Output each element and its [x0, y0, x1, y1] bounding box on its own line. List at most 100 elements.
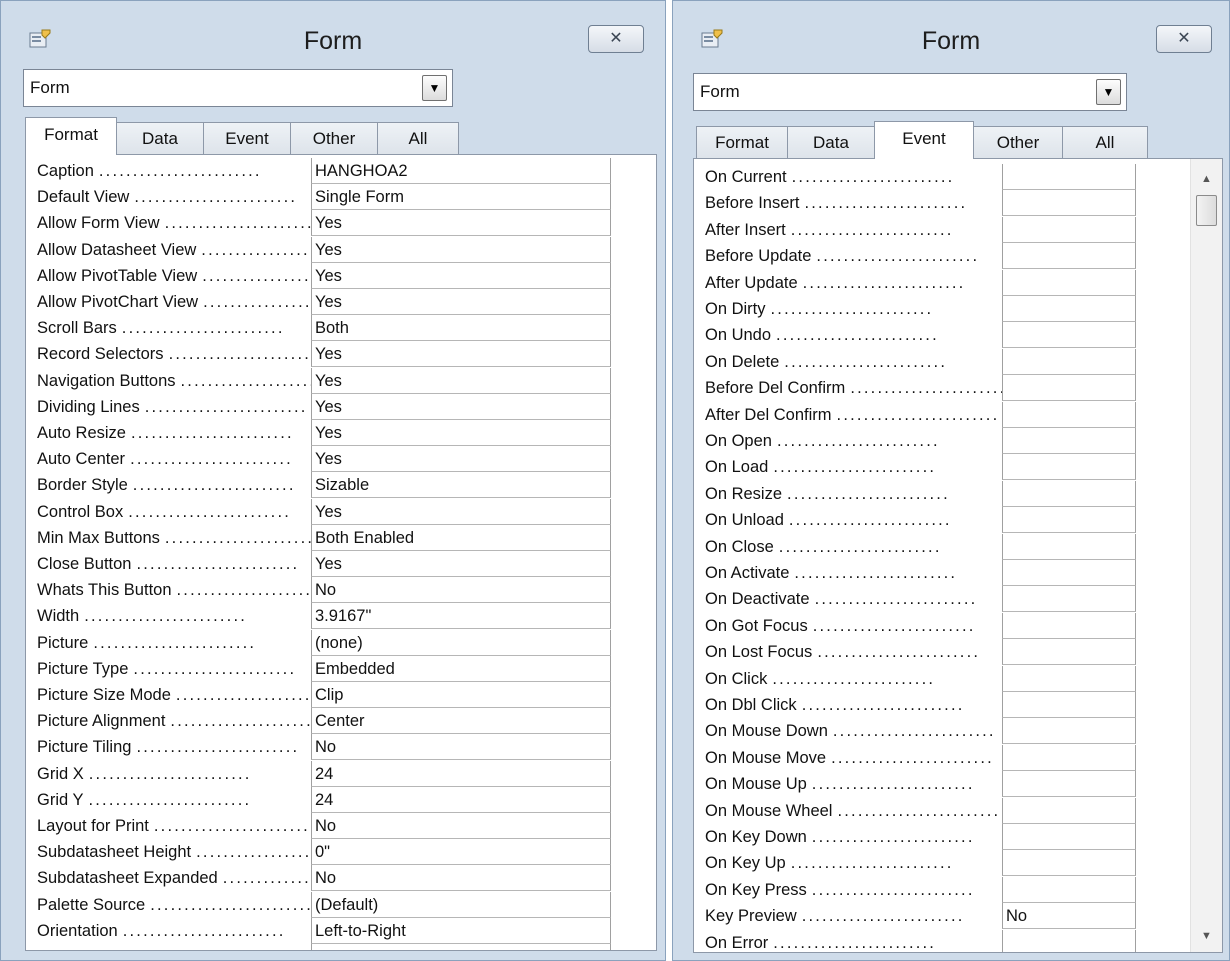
property-row-after-insert[interactable]: After Insert........................ — [694, 216, 1136, 243]
property-row-picture[interactable]: Picture........................ (none) — [26, 629, 611, 656]
property-value[interactable]: Yes — [311, 393, 611, 420]
property-value[interactable]: Yes — [311, 498, 611, 525]
property-row-on-undo[interactable]: On Undo........................ — [694, 322, 1136, 349]
property-value[interactable] — [1002, 586, 1136, 613]
property-row-dividing-lines[interactable]: Dividing Lines........................ Ye… — [26, 393, 611, 420]
property-row-whats-this-button[interactable]: Whats This Button.......................… — [26, 577, 611, 604]
property-value[interactable] — [1002, 639, 1136, 666]
title-bar[interactable]: Form ✕ — [1, 1, 665, 69]
property-value[interactable]: Left-to-Right — [311, 917, 611, 944]
scroll-up-icon[interactable]: ▲ — [1191, 169, 1222, 189]
property-row-on-click[interactable]: On Click........................ — [694, 665, 1136, 692]
tab-other[interactable]: Other — [973, 126, 1063, 159]
property-row-key-preview[interactable]: Key Preview........................ No — [694, 903, 1136, 930]
property-row-allow-pivotchart-view[interactable]: Allow PivotChart View...................… — [26, 289, 611, 315]
property-row-after-del-confirm[interactable]: After Del Confirm.......................… — [694, 401, 1136, 428]
property-row-on-got-focus[interactable]: On Got Focus........................ — [694, 612, 1136, 639]
property-value[interactable]: Sizable — [311, 472, 611, 499]
property-value[interactable] — [1002, 797, 1136, 824]
property-value[interactable]: HANGHOA2 — [311, 158, 611, 184]
property-row-border-style[interactable]: Border Style........................ Siza… — [26, 472, 611, 499]
property-value[interactable]: Yes — [311, 210, 611, 237]
property-row-auto-center[interactable]: Auto Center........................ Yes — [26, 446, 611, 473]
property-row-before-update[interactable]: Before Update........................ — [694, 243, 1136, 270]
property-row-on-unload[interactable]: On Unload........................ — [694, 507, 1136, 534]
property-row-scroll-bars[interactable]: Scroll Bars........................ Both — [26, 315, 611, 342]
tab-other[interactable]: Other — [290, 122, 378, 155]
property-row-on-current[interactable]: On Current........................ — [694, 164, 1136, 190]
property-value[interactable] — [1002, 876, 1136, 903]
property-value[interactable]: Embedded — [311, 655, 611, 682]
property-row-navigation-buttons[interactable]: Navigation Buttons......................… — [26, 367, 611, 394]
property-row-control-box[interactable]: Control Box........................ Yes — [26, 498, 611, 525]
property-value[interactable] — [1002, 164, 1136, 190]
scroll-thumb[interactable] — [1196, 195, 1217, 226]
property-row-on-mouse-wheel[interactable]: On Mouse Wheel........................ — [694, 797, 1136, 824]
property-value[interactable]: Center — [311, 708, 611, 735]
property-value[interactable] — [1002, 612, 1136, 639]
property-row-picture-alignment[interactable]: Picture Alignment.......................… — [26, 708, 611, 735]
tab-data[interactable]: Data — [116, 122, 204, 155]
property-value[interactable]: Yes — [311, 944, 611, 950]
property-value[interactable] — [1002, 507, 1136, 534]
property-row-on-load[interactable]: On Load........................ — [694, 454, 1136, 481]
property-row-allow-form-view[interactable]: Allow Form View........................Y… — [26, 210, 611, 237]
property-row-allow-pivottable-view[interactable]: Allow PivotTable View...................… — [26, 262, 611, 289]
property-row-after-update[interactable]: After Update........................ — [694, 269, 1136, 296]
property-row-record-selectors[interactable]: Record Selectors........................… — [26, 341, 611, 368]
property-row-layout-for-print[interactable]: Layout for Print........................… — [26, 813, 611, 839]
property-value[interactable] — [1002, 375, 1136, 402]
property-value[interactable] — [1002, 348, 1136, 375]
property-value[interactable]: Clip — [311, 682, 611, 708]
property-value[interactable] — [1002, 216, 1136, 243]
property-row-on-mouse-down[interactable]: On Mouse Down........................ — [694, 718, 1136, 745]
property-value[interactable] — [1002, 428, 1136, 454]
property-row-subdatasheet-expanded[interactable]: Subdatasheet Expanded...................… — [26, 865, 611, 892]
property-value[interactable] — [1002, 296, 1136, 322]
property-row-before-insert[interactable]: Before Insert........................ — [694, 190, 1136, 217]
property-row-on-close[interactable]: On Close........................ — [694, 533, 1136, 560]
property-row-on-dirty[interactable]: On Dirty........................ — [694, 296, 1136, 322]
tab-event[interactable]: Event — [874, 121, 974, 159]
property-row-subdatasheet-height[interactable]: Subdatasheet Height.....................… — [26, 839, 611, 866]
property-value[interactable] — [1002, 454, 1136, 481]
vertical-scrollbar[interactable]: ▲ ▼ — [1190, 159, 1222, 952]
property-value[interactable]: 3.9167" — [311, 603, 611, 630]
object-selector[interactable]: Form ▼ — [23, 69, 453, 107]
property-value[interactable] — [1002, 718, 1136, 745]
property-value[interactable] — [1002, 929, 1136, 952]
tab-format[interactable]: Format — [25, 117, 117, 155]
property-row-picture-type[interactable]: Picture Type........................ Embe… — [26, 655, 611, 682]
property-value[interactable]: No — [1002, 903, 1136, 930]
property-row-on-lost-focus[interactable]: On Lost Focus........................ — [694, 639, 1136, 666]
property-value[interactable]: Both Enabled — [311, 524, 611, 551]
property-value[interactable] — [1002, 190, 1136, 217]
property-value[interactable]: Yes — [311, 446, 611, 473]
property-value[interactable] — [1002, 401, 1136, 428]
property-value[interactable]: No — [311, 577, 611, 604]
property-value[interactable] — [1002, 692, 1136, 718]
property-row-on-error[interactable]: On Error........................ — [694, 929, 1136, 952]
object-selector[interactable]: Form ▼ — [693, 73, 1127, 111]
property-value[interactable]: Yes — [311, 367, 611, 394]
property-row-on-activate[interactable]: On Activate........................ — [694, 560, 1136, 586]
property-value[interactable]: Yes — [311, 262, 611, 289]
property-value[interactable]: No — [311, 813, 611, 839]
property-row-close-button[interactable]: Close Button........................ Yes — [26, 551, 611, 577]
property-value[interactable] — [1002, 665, 1136, 692]
close-button[interactable]: ✕ — [1156, 25, 1212, 53]
tab-data[interactable]: Data — [787, 126, 875, 159]
close-button[interactable]: ✕ — [588, 25, 644, 53]
property-row-palette-source[interactable]: Palette Source........................ (D… — [26, 891, 611, 918]
property-row-on-key-up[interactable]: On Key Up........................ — [694, 850, 1136, 877]
chevron-down-icon[interactable]: ▼ — [1096, 79, 1121, 105]
property-value[interactable]: 24 — [311, 760, 611, 787]
property-value[interactable] — [1002, 560, 1136, 586]
property-row-grid-x[interactable]: Grid X........................ 24 — [26, 760, 611, 787]
property-value[interactable]: Yes — [311, 551, 611, 577]
property-value[interactable]: Both — [311, 315, 611, 342]
property-row-on-key-press[interactable]: On Key Press........................ — [694, 876, 1136, 903]
property-row-allow-datasheet-view[interactable]: Allow Datasheet View....................… — [26, 236, 611, 263]
property-row-on-dbl-click[interactable]: On Dbl Click........................ — [694, 692, 1136, 718]
property-value[interactable]: 24 — [311, 786, 611, 813]
